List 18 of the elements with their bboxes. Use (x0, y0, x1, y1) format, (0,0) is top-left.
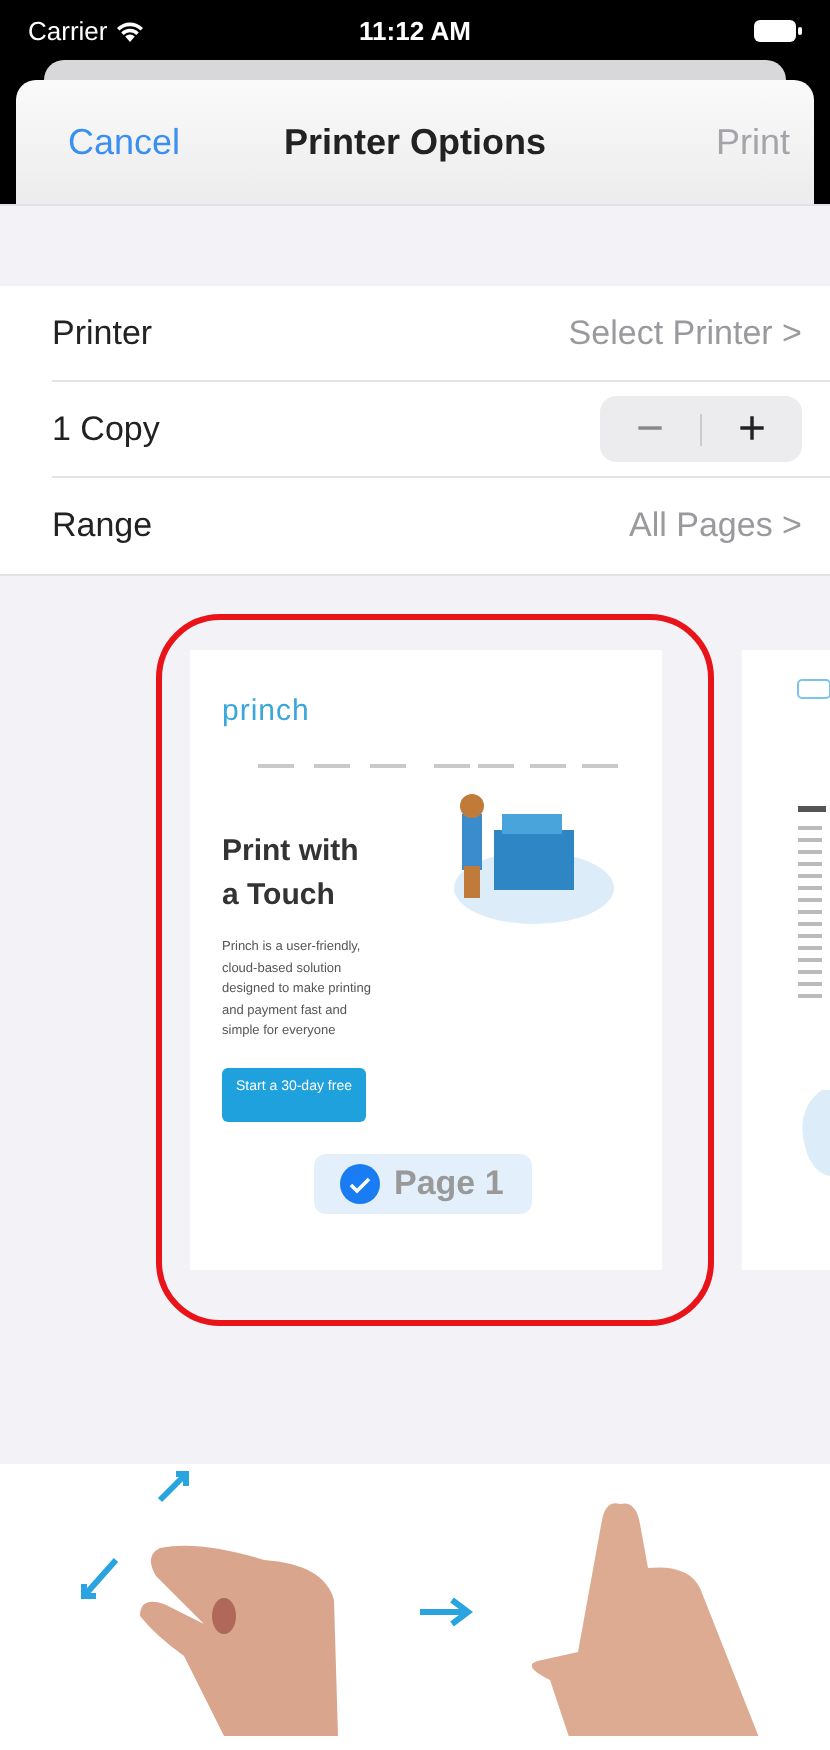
copy-stepper[interactable]: − + (600, 396, 802, 462)
logo-text: princh (222, 694, 310, 728)
headline: Print with a Touch (222, 832, 361, 916)
page-label[interactable]: Page 1 (314, 1154, 532, 1214)
decrement-button[interactable]: − (600, 401, 700, 457)
sheet-title: Printer Options (283, 121, 546, 161)
battery-icon (754, 19, 802, 41)
carrier-label: Carrier (28, 15, 108, 45)
option-value[interactable]: All Pages > (629, 506, 802, 546)
page-number: Page 1 (394, 1164, 504, 1204)
increment-button[interactable]: + (702, 401, 802, 457)
option-label: Range (52, 506, 153, 546)
option-label: Printer (52, 313, 153, 353)
clock: 11:12 AM (357, 15, 473, 45)
option-value[interactable]: Select Printer > (568, 313, 802, 353)
cancel-button[interactable]: Cancel (68, 121, 181, 163)
wifi-icon (115, 19, 144, 41)
option-label: 1 Copy (52, 409, 160, 449)
